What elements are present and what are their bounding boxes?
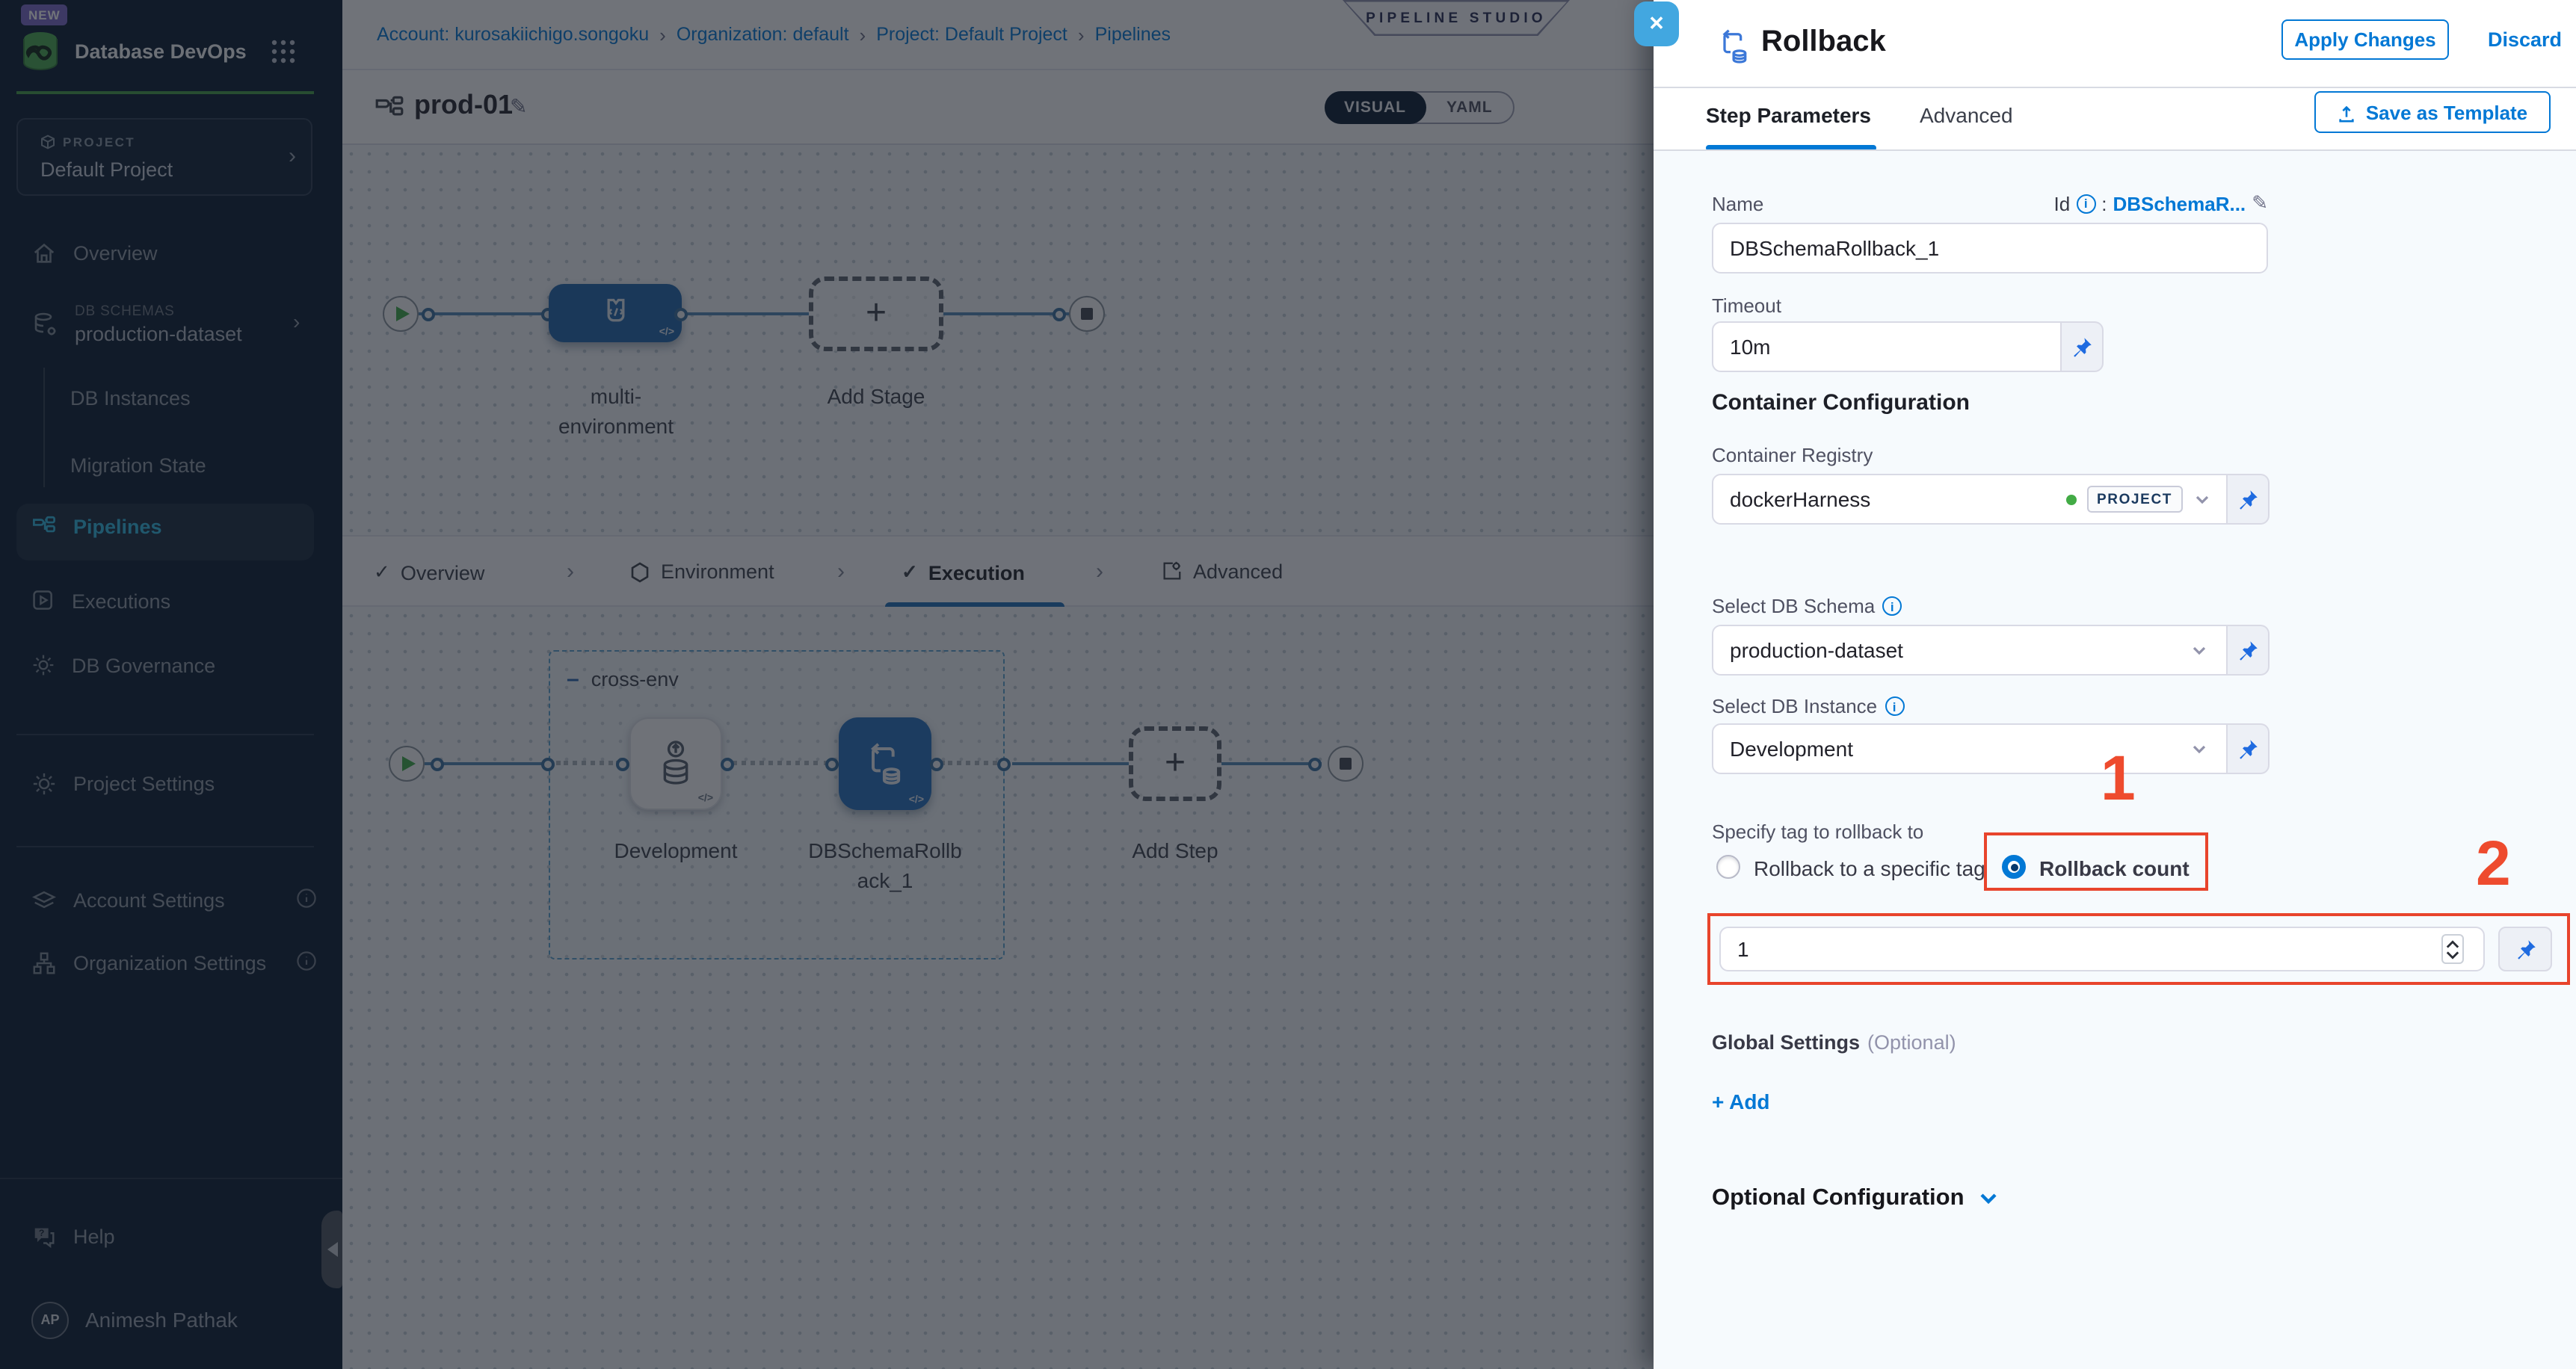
discard-button[interactable]: Discard — [2488, 28, 2562, 51]
pin-runtime-input-button[interactable] — [2228, 723, 2270, 774]
close-drawer-button[interactable]: ✕ — [1634, 1, 1679, 46]
pin-runtime-input-button[interactable] — [2228, 474, 2270, 525]
annotation-box-1 — [1984, 832, 2208, 891]
info-icon[interactable]: i — [2076, 194, 2095, 213]
scope-badge: PROJECT — [2086, 486, 2183, 513]
name-label: Name — [1712, 193, 1763, 215]
optional-suffix: (Optional) — [1867, 1031, 1956, 1054]
thumbtack-icon — [2514, 938, 2536, 960]
annotation-number-2: 2 — [2476, 832, 2511, 895]
radio-specific-tag-label[interactable]: Rollback to a specific tag — [1754, 856, 1985, 880]
optional-configuration-toggle[interactable]: Optional Configuration — [1712, 1185, 1999, 1212]
rollback-icon — [1716, 27, 1752, 66]
thumbtack-icon — [2237, 488, 2259, 510]
id-value: DBSchemaR... — [2113, 192, 2246, 214]
pin-runtime-input-button[interactable] — [2498, 927, 2552, 971]
add-global-setting-link[interactable]: + Add — [1712, 1090, 1770, 1113]
container-registry-field: dockerHarness PROJECT — [1712, 474, 2270, 525]
chevron-down-icon — [1978, 1188, 1999, 1209]
db-instance-select[interactable]: Development — [1712, 723, 2228, 774]
pin-runtime-input-button[interactable] — [2228, 625, 2270, 676]
chevron-down-icon[interactable] — [2193, 490, 2211, 508]
thumbtack-icon — [2237, 639, 2259, 661]
timeout-field: 10m — [1712, 321, 2104, 372]
annotation-number-1: 1 — [2101, 747, 2136, 810]
db-instance-field: Development — [1712, 723, 2270, 774]
radio-specific-tag[interactable] — [1716, 855, 1740, 879]
edit-id-pencil-icon[interactable]: ✎ — [2252, 191, 2268, 215]
apply-changes-button[interactable]: Apply Changes — [2281, 19, 2449, 60]
container-registry-label: Container Registry — [1712, 444, 1873, 466]
drawer-divider — [1654, 149, 2576, 151]
db-schema-field: production-dataset — [1712, 625, 2270, 676]
global-settings-heading: Global Settings (Optional) — [1712, 1031, 1956, 1054]
drawer-divider — [1654, 87, 2576, 88]
container-configuration-heading: Container Configuration — [1712, 390, 1970, 415]
app-window: NEW Database DevOps PROJECT Default Proj… — [0, 0, 2576, 1369]
db-schema-select[interactable]: production-dataset — [1712, 625, 2228, 676]
timeout-label: Timeout — [1712, 294, 1781, 317]
id-label: Id — [2054, 192, 2071, 214]
modal-dim-overlay — [0, 0, 1654, 1369]
chevron-down-icon — [2190, 641, 2208, 659]
rollback-count-input[interactable] — [1719, 927, 2485, 971]
id-colon: : — [2101, 192, 2107, 214]
pin-runtime-input-button[interactable] — [2062, 321, 2104, 372]
save-as-template-button[interactable]: Save as Template — [2314, 91, 2551, 133]
name-input[interactable] — [1712, 223, 2268, 274]
drawer-title: Rollback — [1761, 25, 1886, 60]
db-schema-label: Select DB Schemai — [1712, 595, 1902, 617]
number-stepper[interactable] — [2441, 934, 2464, 964]
thumbtack-icon — [2071, 336, 2093, 358]
id-row: Id i : DBSchemaR... ✎ — [2012, 191, 2268, 215]
rollback-step-drawer: Rollback Apply Changes Discard Step Para… — [1654, 0, 2576, 1369]
timeout-input[interactable]: 10m — [1712, 321, 2062, 372]
chevron-down-icon — [2190, 740, 2208, 758]
db-instance-label: Select DB Instancei — [1712, 695, 1904, 717]
info-icon[interactable]: i — [1882, 596, 1902, 616]
info-icon[interactable]: i — [1885, 696, 1904, 716]
specify-tag-label: Specify tag to rollback to — [1712, 821, 1923, 843]
connectivity-status-dot — [2065, 494, 2076, 504]
container-registry-select[interactable]: dockerHarness PROJECT — [1712, 474, 2228, 525]
tab-step-parameters[interactable]: Step Parameters — [1706, 103, 1871, 127]
tab-advanced[interactable]: Advanced — [1920, 103, 2013, 127]
thumbtack-icon — [2237, 738, 2259, 760]
upload-icon — [2338, 102, 2357, 122]
